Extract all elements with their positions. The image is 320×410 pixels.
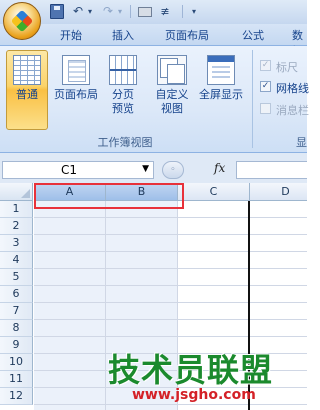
watermark-logo-text: 技术员联盟: [108, 351, 274, 389]
row-header[interactable]: 3: [0, 235, 33, 252]
qat-separator: [182, 5, 183, 18]
message-bar-check-icon: [260, 103, 271, 114]
office-logo-icon: [10, 9, 34, 33]
ruler-checkbox[interactable]: ✓ 标尺: [260, 58, 307, 74]
normal-view-icon: [13, 55, 41, 85]
row-header[interactable]: 9: [0, 337, 33, 354]
normal-view-button[interactable]: 普通: [6, 50, 48, 130]
ribbon-view-panel: 普通 页面布局 分页 预览 自定义 视图 全屏显示 工作簿视图 ✓ 标尺 ✓ 网…: [0, 46, 309, 153]
ribbon-tabs: 开始 插入 页面布局 公式 数据: [0, 24, 307, 58]
page-layout-view-button[interactable]: 页面布局: [50, 50, 102, 130]
page-break-preview-label: 分页 预览: [112, 88, 134, 115]
gridlines-label: 网格线: [276, 82, 309, 95]
row-header[interactable]: 4: [0, 252, 33, 269]
ruler-label: 标尺: [276, 61, 298, 74]
formula-bar-expand-icon[interactable]: ◦: [162, 161, 184, 179]
tab-insert[interactable]: 插入: [112, 28, 134, 44]
redo-dropdown-icon[interactable]: ▾: [116, 4, 124, 19]
normal-view-label: 普通: [16, 88, 38, 101]
group-label-show: 显: [296, 136, 307, 149]
row-header[interactable]: 7: [0, 303, 33, 320]
row-header[interactable]: 11: [0, 371, 33, 388]
save-icon[interactable]: [50, 4, 64, 19]
formula-input[interactable]: [236, 161, 307, 179]
custom-views-icon: [157, 55, 187, 85]
group-label-workbook-views: 工作簿视图: [97, 136, 153, 149]
select-all-button[interactable]: [0, 183, 33, 201]
full-screen-button[interactable]: 全屏显示: [194, 50, 248, 130]
tab-page-layout[interactable]: 页面布局: [165, 28, 209, 44]
formula-bar: C1 ▼ ◦ fx: [0, 153, 307, 183]
tab-formulas[interactable]: 公式: [242, 28, 264, 44]
format-icon[interactable]: ≢: [158, 4, 172, 19]
print-icon[interactable]: [138, 7, 152, 17]
undo-icon[interactable]: ↶: [70, 4, 86, 19]
qat-separator: [130, 5, 131, 18]
customize-qat-icon[interactable]: ▾: [190, 4, 198, 19]
row-header[interactable]: 8: [0, 320, 33, 337]
full-screen-label: 全屏显示: [199, 88, 243, 101]
tab-home[interactable]: 开始: [60, 28, 82, 44]
message-bar-label: 消息栏: [276, 104, 309, 117]
insert-function-button[interactable]: fx: [214, 161, 225, 175]
name-box[interactable]: C1 ▼: [2, 161, 154, 179]
row-header[interactable]: 1: [0, 201, 33, 218]
name-box-dropdown-icon[interactable]: ▼: [142, 164, 149, 174]
custom-views-button[interactable]: 自定义 视图: [152, 50, 192, 130]
column-header-d[interactable]: D: [250, 183, 307, 201]
name-box-value: C1: [60, 163, 77, 177]
column-header-c[interactable]: C: [178, 183, 250, 201]
custom-views-label: 自定义 视图: [155, 88, 189, 115]
gridlines-checkbox[interactable]: ✓ 网格线: [260, 79, 309, 95]
full-screen-icon: [207, 55, 235, 85]
page-break-preview-button[interactable]: 分页 预览: [104, 50, 142, 130]
ruler-check-icon: ✓: [260, 60, 271, 71]
row-header[interactable]: 2: [0, 218, 33, 235]
gridlines-check-icon: ✓: [260, 81, 271, 92]
office-button[interactable]: [3, 2, 41, 40]
row-header[interactable]: 6: [0, 286, 33, 303]
watermark-url: www.jsgho.com: [132, 387, 256, 403]
redo-icon[interactable]: ↷: [100, 4, 116, 19]
annotation-highlight-box: [34, 183, 184, 209]
row-header[interactable]: 10: [0, 354, 33, 371]
group-separator: [252, 50, 253, 148]
page-break-preview-icon: [109, 55, 137, 85]
page-layout-view-icon: [62, 55, 90, 85]
page-layout-view-label: 页面布局: [54, 88, 98, 101]
undo-dropdown-icon[interactable]: ▾: [86, 4, 94, 19]
formula-area: ◦ fx: [162, 161, 307, 179]
row-header[interactable]: 12: [0, 388, 33, 405]
title-bar: ↶ ▾ ↷ ▾ ≢ ▾: [0, 0, 307, 24]
message-bar-checkbox[interactable]: 消息栏: [260, 101, 309, 117]
row-header[interactable]: 5: [0, 269, 33, 286]
